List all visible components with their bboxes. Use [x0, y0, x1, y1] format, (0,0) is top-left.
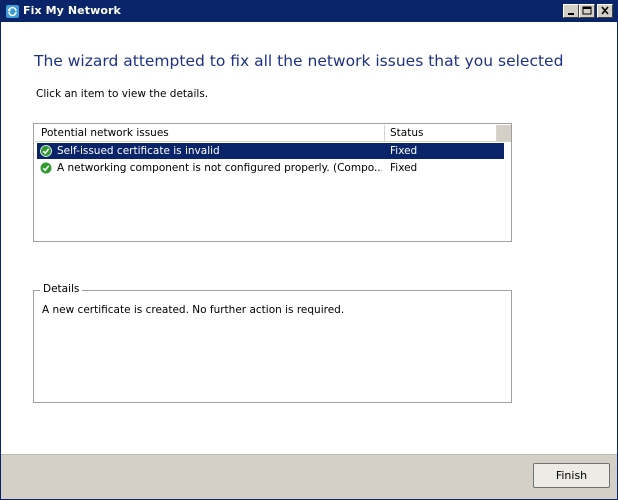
footer-bar: Finish: [1, 454, 617, 499]
title-bar[interactable]: Fix My Network: [1, 1, 617, 22]
maximize-icon: [582, 6, 592, 15]
list-item[interactable]: A networking component is not configured…: [37, 160, 504, 176]
issues-list[interactable]: Potential network issues Status Self-iss…: [33, 123, 512, 242]
minimize-icon: [568, 13, 574, 15]
column-divider[interactable]: [384, 125, 385, 142]
window-title: Fix My Network: [23, 4, 121, 17]
column-header-status[interactable]: Status: [390, 125, 423, 142]
maximize-button[interactable]: [579, 4, 595, 18]
issue-status: Fixed: [390, 145, 418, 157]
issue-name: A networking component is not configured…: [57, 162, 382, 174]
close-button[interactable]: [597, 4, 613, 18]
instruction-text: Click an item to view the details.: [36, 88, 209, 100]
network-wizard-icon: [5, 4, 20, 19]
check-icon: [40, 145, 52, 157]
page-title: The wizard attempted to fix all the netw…: [34, 52, 564, 70]
fix-my-network-window: Fix My Network The wizard attempted to f…: [0, 0, 618, 500]
issue-name: Self-issued certificate is invalid: [57, 145, 220, 157]
details-group: Details A new certificate is created. No…: [33, 283, 512, 403]
issue-status: Fixed: [390, 162, 418, 174]
minimize-button[interactable]: [563, 4, 579, 18]
header-filler: [497, 125, 511, 142]
list-header: Potential network issues Status: [35, 125, 511, 142]
list-item[interactable]: Self-issued certificate is invalid Fixed: [37, 143, 504, 159]
column-header-issues[interactable]: Potential network issues: [41, 125, 169, 142]
close-icon: [601, 6, 609, 15]
finish-button[interactable]: Finish: [533, 463, 610, 488]
check-icon: [40, 162, 52, 174]
details-text: A new certificate is created. No further…: [42, 304, 345, 316]
details-legend: Details: [40, 283, 83, 295]
